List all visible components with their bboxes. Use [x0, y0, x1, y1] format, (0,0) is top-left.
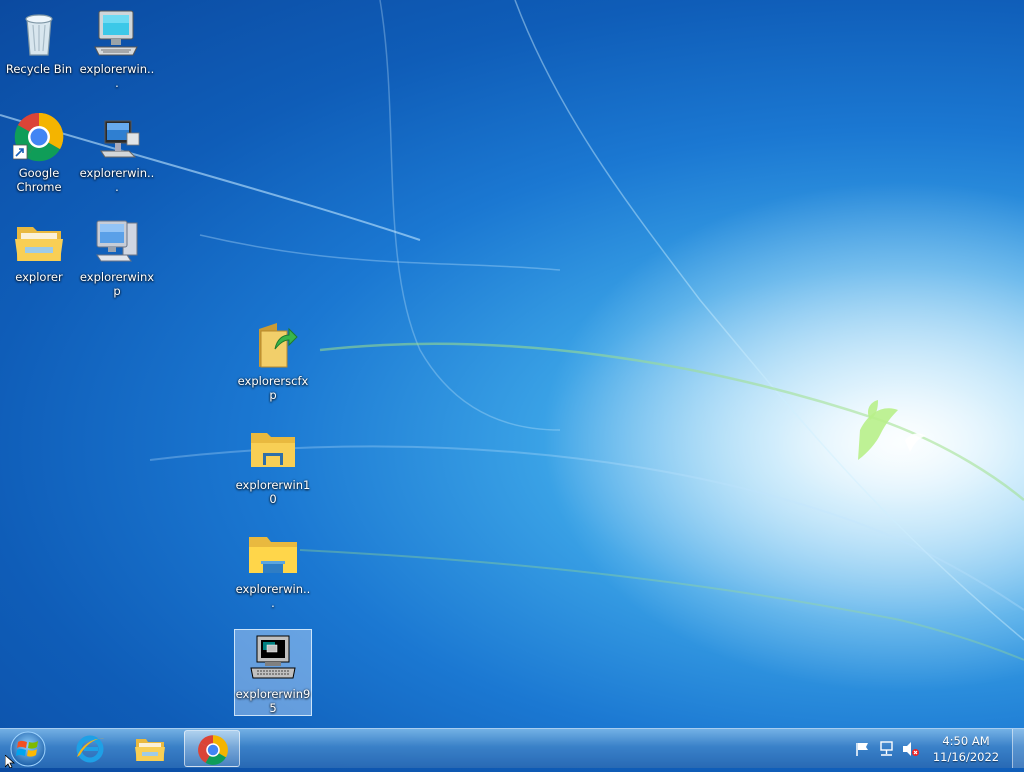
desktop-icon-label: explorer: [15, 270, 63, 284]
desktop-icon-label: Google Chrome: [16, 166, 62, 194]
network-computer-icon: [100, 120, 140, 158]
desktop-icon-explorer[interactable]: explorer: [0, 212, 78, 285]
show-desktop-button[interactable]: [1012, 729, 1024, 768]
desktop-icon-explorerwin-network[interactable]: explorerwin...: [78, 108, 156, 195]
desktop-icon-label: explorerwin95: [235, 687, 311, 715]
mouse-cursor-icon: [5, 755, 15, 768]
desktop-icon-explorerwin95[interactable]: explorerwin95: [234, 629, 312, 716]
action-center-flag-icon[interactable]: [854, 741, 872, 757]
bird-icon: [858, 400, 898, 460]
desktop-icon-label: explorerwin...: [79, 62, 155, 90]
desktop-computer-icon: [96, 220, 138, 262]
folder-icon: [135, 739, 165, 761]
desktop-icon-label: explorerwin10: [235, 478, 311, 506]
folder-icon: [251, 433, 295, 467]
network-icon[interactable]: [878, 741, 896, 757]
volume-muted-icon[interactable]: [902, 741, 920, 757]
system-tray: 4:50 AM 11/16/2022: [854, 729, 1024, 769]
taskbar-internet-explorer[interactable]: [62, 730, 118, 767]
retro-computer-icon: [250, 635, 296, 679]
desktop-icon-explorerwin10[interactable]: explorerwin10: [234, 420, 312, 507]
desktop-icon-google-chrome[interactable]: Google Chrome: [0, 108, 78, 195]
taskbar-file-explorer[interactable]: [122, 730, 178, 767]
desktop-icon-label: explorerwinxp: [79, 270, 155, 298]
clock[interactable]: 4:50 AM 11/16/2022: [926, 733, 1006, 765]
bird-icon: [905, 433, 926, 452]
desktop-icon-label: explorerwin...: [235, 582, 311, 610]
desktop-icon-explorerwinxp[interactable]: explorerwinxp: [78, 212, 156, 299]
desktop-icon-explorerscfxp[interactable]: explorerscfxp: [234, 316, 312, 403]
clock-time: 4:50 AM: [942, 734, 990, 748]
taskbar: 4:50 AM 11/16/2022: [0, 728, 1024, 768]
folder-sync-icon: [259, 323, 298, 368]
desktop-icon-label: explorerscfxp: [237, 374, 309, 402]
clock-date: 11/16/2022: [932, 750, 1000, 764]
chrome-icon: [13, 112, 64, 162]
internet-explorer-icon: [76, 735, 104, 763]
folder-icon: [15, 227, 63, 261]
desktop-icon-explorerwin-monitor[interactable]: explorerwin...: [78, 4, 156, 91]
taskbar-google-chrome[interactable]: [184, 730, 240, 767]
desktop-icon-label: explorerwin...: [79, 166, 155, 194]
folder-icon: [249, 537, 297, 573]
desktop-icon-label: Recycle Bin: [5, 62, 73, 76]
recycle-bin-icon: [25, 14, 53, 56]
chrome-icon: [198, 735, 228, 765]
desktop-icon-recycle-bin[interactable]: Recycle Bin: [0, 4, 78, 77]
desktop-icon-explorerwin-folder[interactable]: explorerwin...: [234, 524, 312, 611]
computer-monitor-icon: [94, 10, 138, 56]
